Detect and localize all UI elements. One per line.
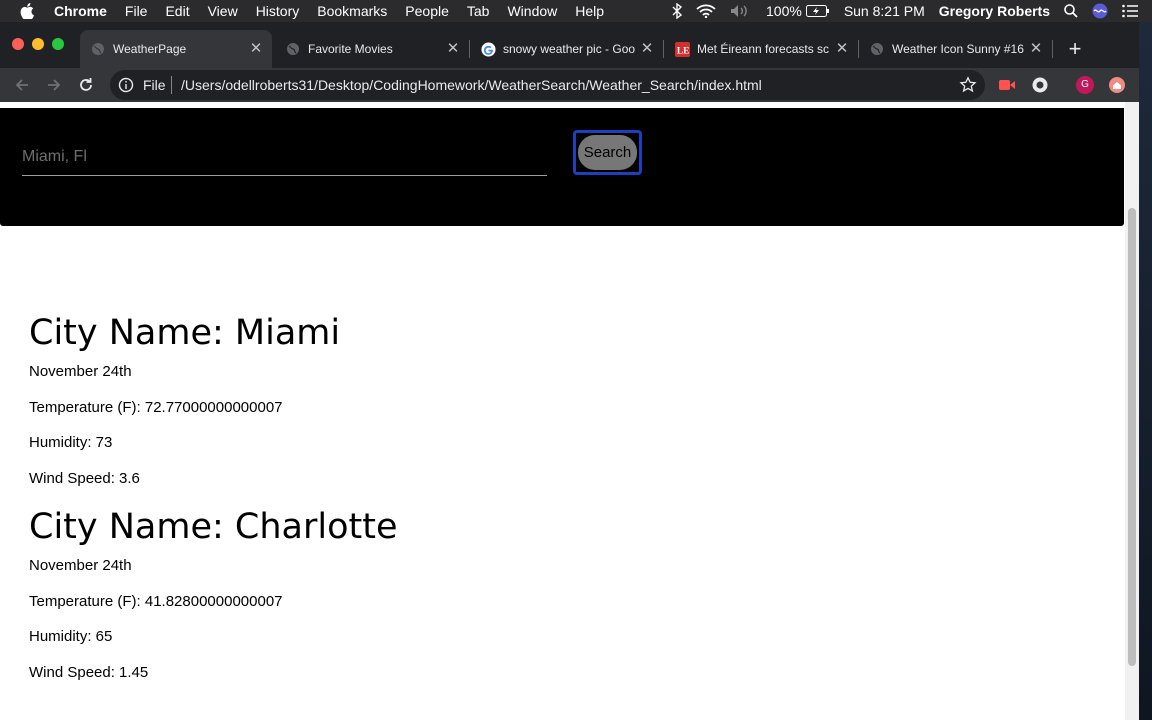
window-close-button[interactable] — [12, 38, 24, 50]
battery-icon[interactable] — [805, 5, 830, 17]
menu-help[interactable]: Help — [575, 3, 604, 19]
google-icon — [480, 41, 496, 57]
menu-view[interactable]: View — [208, 3, 238, 19]
desktop-background — [1139, 22, 1152, 720]
menubar-status-area: 100% Sun 8:21 PM Gregory Roberts — [672, 0, 1152, 22]
page-scrollbar[interactable] — [1125, 102, 1139, 720]
forward-arrow-icon[interactable] — [43, 74, 65, 96]
notification-center-icon[interactable] — [1122, 4, 1138, 18]
volume-icon[interactable] — [730, 4, 752, 18]
menu-window[interactable]: Window — [507, 3, 557, 19]
profile-avatar[interactable]: G — [1076, 76, 1094, 94]
tab-title: Favorite Movies — [308, 42, 393, 56]
menu-tab[interactable]: Tab — [467, 3, 490, 19]
tab-title: WeatherPage — [113, 42, 187, 56]
tab-weatherpage[interactable]: WeatherPage ✕ — [80, 30, 272, 68]
weather-date: November 24th — [29, 557, 132, 574]
chrome-window: WeatherPage ✕ Favorite Movies ✕ snowy we… — [0, 22, 1139, 720]
city-name-heading: City Name: Charlotte — [29, 507, 398, 547]
menu-people[interactable]: People — [405, 3, 449, 19]
search-button[interactable]: Search — [577, 134, 638, 171]
le-icon: LE — [674, 41, 690, 57]
address-bar[interactable]: File /Users/odellroberts31/Desktop/Codin… — [110, 70, 985, 100]
humidity-text: Humidity: 65 — [29, 628, 113, 645]
menubar-clock[interactable]: Sun 8:21 PM — [844, 3, 925, 19]
window-zoom-button[interactable] — [52, 38, 64, 50]
globe-icon — [869, 41, 885, 57]
globe-icon — [285, 41, 301, 57]
globe-icon — [90, 41, 106, 57]
menubar-user-name[interactable]: Gregory Roberts — [939, 3, 1050, 19]
tab-title: Met Éireann forecasts sc — [697, 42, 830, 56]
menu-edit[interactable]: Edit — [165, 3, 189, 19]
city-weather-card: City Name: Charlotte November 24th Tempe… — [29, 504, 1029, 683]
battery-percent: 100% — [766, 3, 802, 19]
tab-snowy-weather[interactable]: snowy weather pic - Goo ✕ — [470, 30, 664, 68]
url-text[interactable]: /Users/odellroberts31/Desktop/CodingHome… — [181, 77, 762, 93]
wind-speed-text: Wind Speed: 3.6 — [29, 469, 140, 487]
window-minimize-button[interactable] — [32, 38, 44, 50]
screencast-extension-icon[interactable] — [998, 76, 1016, 94]
url-scheme-label: File — [143, 77, 166, 93]
reload-icon[interactable] — [75, 74, 97, 96]
home-extension-icon[interactable] — [1108, 76, 1126, 94]
page-viewport: Search City Name: Miami November 24th Te… — [0, 102, 1125, 720]
wind-speed-text: Wind Speed: 1.45 — [29, 663, 149, 681]
svg-text:LE: LE — [676, 46, 689, 56]
tab-weather-icon-sunny[interactable]: Weather Icon Sunny #16 ✕ — [859, 30, 1053, 68]
search-header: Search — [0, 108, 1124, 226]
menu-history[interactable]: History — [256, 3, 300, 19]
wifi-icon[interactable] — [696, 4, 716, 18]
tab-close-icon[interactable]: ✕ — [445, 41, 461, 57]
extension-icon[interactable] — [1031, 76, 1049, 94]
profile-initial: G — [1081, 79, 1089, 90]
siri-icon[interactable] — [1092, 3, 1108, 19]
temperature-text: Temperature (F): 41.82800000000007 — [29, 592, 283, 610]
menu-file[interactable]: File — [125, 3, 148, 19]
weather-date: November 24th — [29, 363, 132, 380]
site-info-icon[interactable] — [118, 77, 134, 93]
tab-close-icon[interactable]: ✕ — [1028, 41, 1044, 57]
tab-favorite-movies[interactable]: Favorite Movies ✕ — [275, 30, 470, 68]
new-tab-button[interactable]: + — [1063, 38, 1087, 62]
menu-app-name[interactable]: Chrome — [54, 3, 107, 19]
tab-close-icon[interactable]: ✕ — [248, 41, 264, 57]
scrollbar-thumb[interactable] — [1128, 208, 1136, 666]
temperature-text: Temperature (F): 72.77000000000007 — [29, 398, 283, 416]
tab-title: snowy weather pic - Goo — [503, 42, 635, 56]
city-search-input[interactable] — [22, 138, 547, 176]
search-button-focus-ring: Search — [573, 130, 642, 175]
bluetooth-icon[interactable] — [672, 3, 682, 19]
macos-menubar: Chrome File Edit View History Bookmarks … — [0, 0, 1152, 22]
city-weather-card: City Name: Miami November 24th Temperatu… — [29, 310, 1029, 489]
tab-separator — [1052, 40, 1053, 58]
humidity-text: Humidity: 73 — [29, 434, 113, 451]
menu-bookmarks[interactable]: Bookmarks — [317, 3, 387, 19]
tab-strip: WeatherPage ✕ Favorite Movies ✕ snowy we… — [0, 22, 1139, 68]
tab-title: Weather Icon Sunny #16 — [892, 42, 1024, 56]
city-name-heading: City Name: Miami — [29, 313, 341, 353]
weather-results: City Name: Miami November 24th Temperatu… — [29, 310, 1029, 698]
apple-icon[interactable] — [20, 3, 38, 19]
browser-toolbar: File /Users/odellroberts31/Desktop/Codin… — [0, 68, 1139, 102]
spotlight-search-icon[interactable] — [1064, 4, 1078, 18]
tab-close-icon[interactable]: ✕ — [834, 41, 850, 57]
back-arrow-icon[interactable] — [11, 74, 33, 96]
bookmark-star-icon[interactable] — [959, 76, 977, 94]
tab-met-eireann[interactable]: LE Met Éireann forecasts sc ✕ — [664, 30, 859, 68]
tab-close-icon[interactable]: ✕ — [639, 41, 655, 57]
url-divider — [171, 76, 172, 94]
